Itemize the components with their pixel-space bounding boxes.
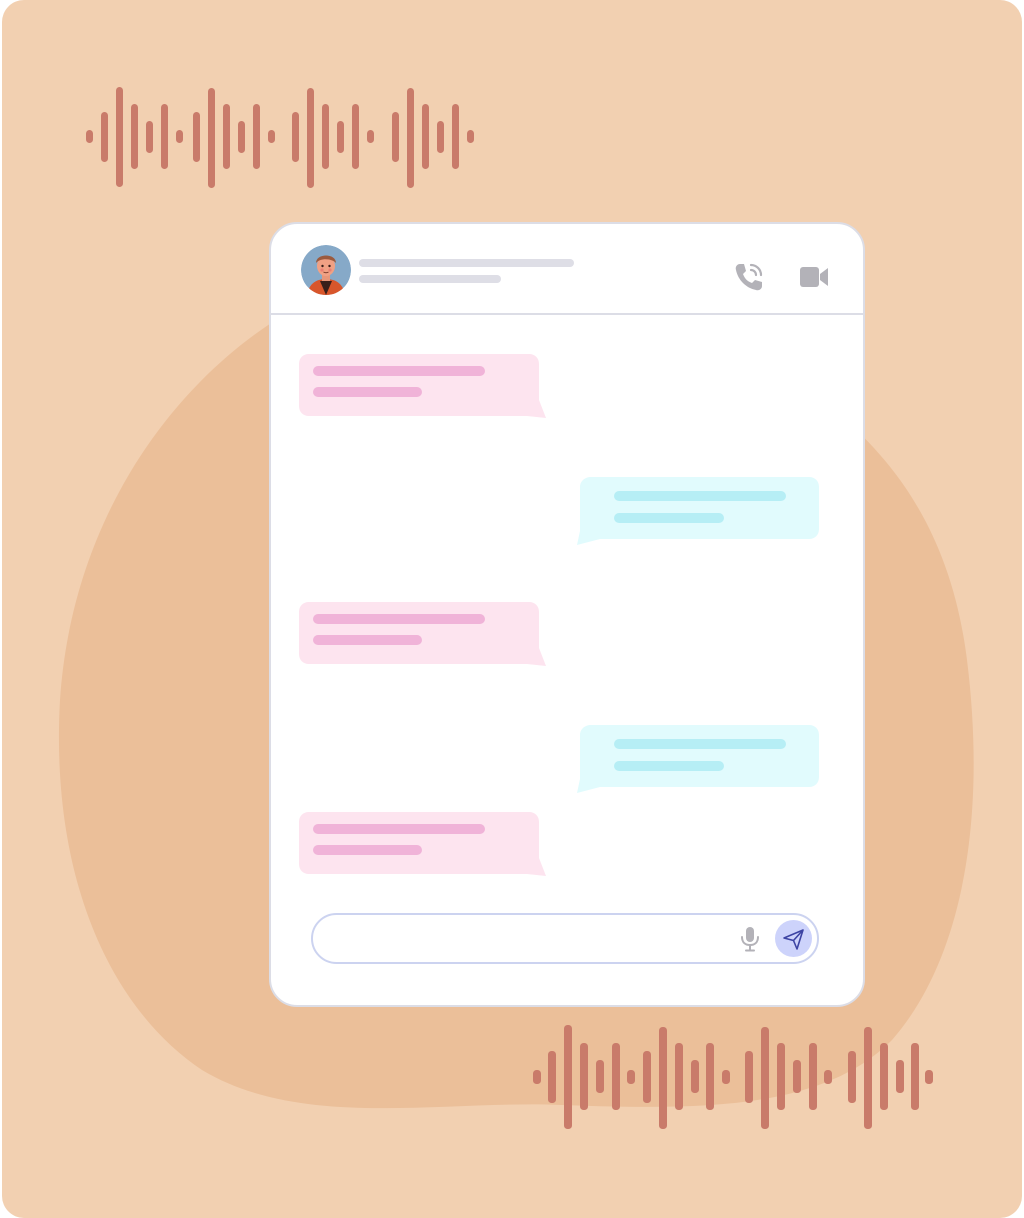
outgoing-bubble-shape: [577, 477, 819, 545]
message-incoming: [299, 354, 549, 422]
message-text-line: [313, 845, 422, 855]
outgoing-bubble-shape: [577, 725, 819, 793]
contact-status-placeholder: [359, 275, 501, 283]
illustration-canvas: [0, 0, 1024, 1218]
message-outgoing: [576, 477, 821, 545]
chat-header: [271, 224, 863, 315]
message-text-line: [614, 761, 724, 771]
message-incoming: [299, 602, 549, 670]
message-text-line: [614, 491, 786, 501]
message-text-line: [313, 387, 422, 397]
chat-window: [269, 222, 865, 1007]
message-outgoing: [576, 725, 821, 793]
phone-call-icon[interactable]: [733, 261, 765, 293]
send-icon: [783, 929, 804, 950]
message-text-line: [313, 366, 485, 376]
send-button[interactable]: [775, 920, 812, 957]
video-camera-icon[interactable]: [799, 265, 829, 289]
bottom-waveform: [533, 1025, 933, 1129]
message-text-line: [614, 513, 724, 523]
top-waveform: [86, 87, 474, 188]
message-incoming: [299, 812, 549, 880]
microphone-icon[interactable]: [739, 926, 761, 952]
message-text-line: [313, 824, 485, 834]
message-text-line: [614, 739, 786, 749]
message-input[interactable]: [327, 923, 731, 957]
contact-avatar[interactable]: [301, 245, 351, 295]
message-composer: [311, 913, 819, 964]
contact-name-placeholder: [359, 259, 574, 267]
message-text-line: [313, 635, 422, 645]
message-text-line: [313, 614, 485, 624]
person-avatar-icon: [301, 245, 351, 295]
